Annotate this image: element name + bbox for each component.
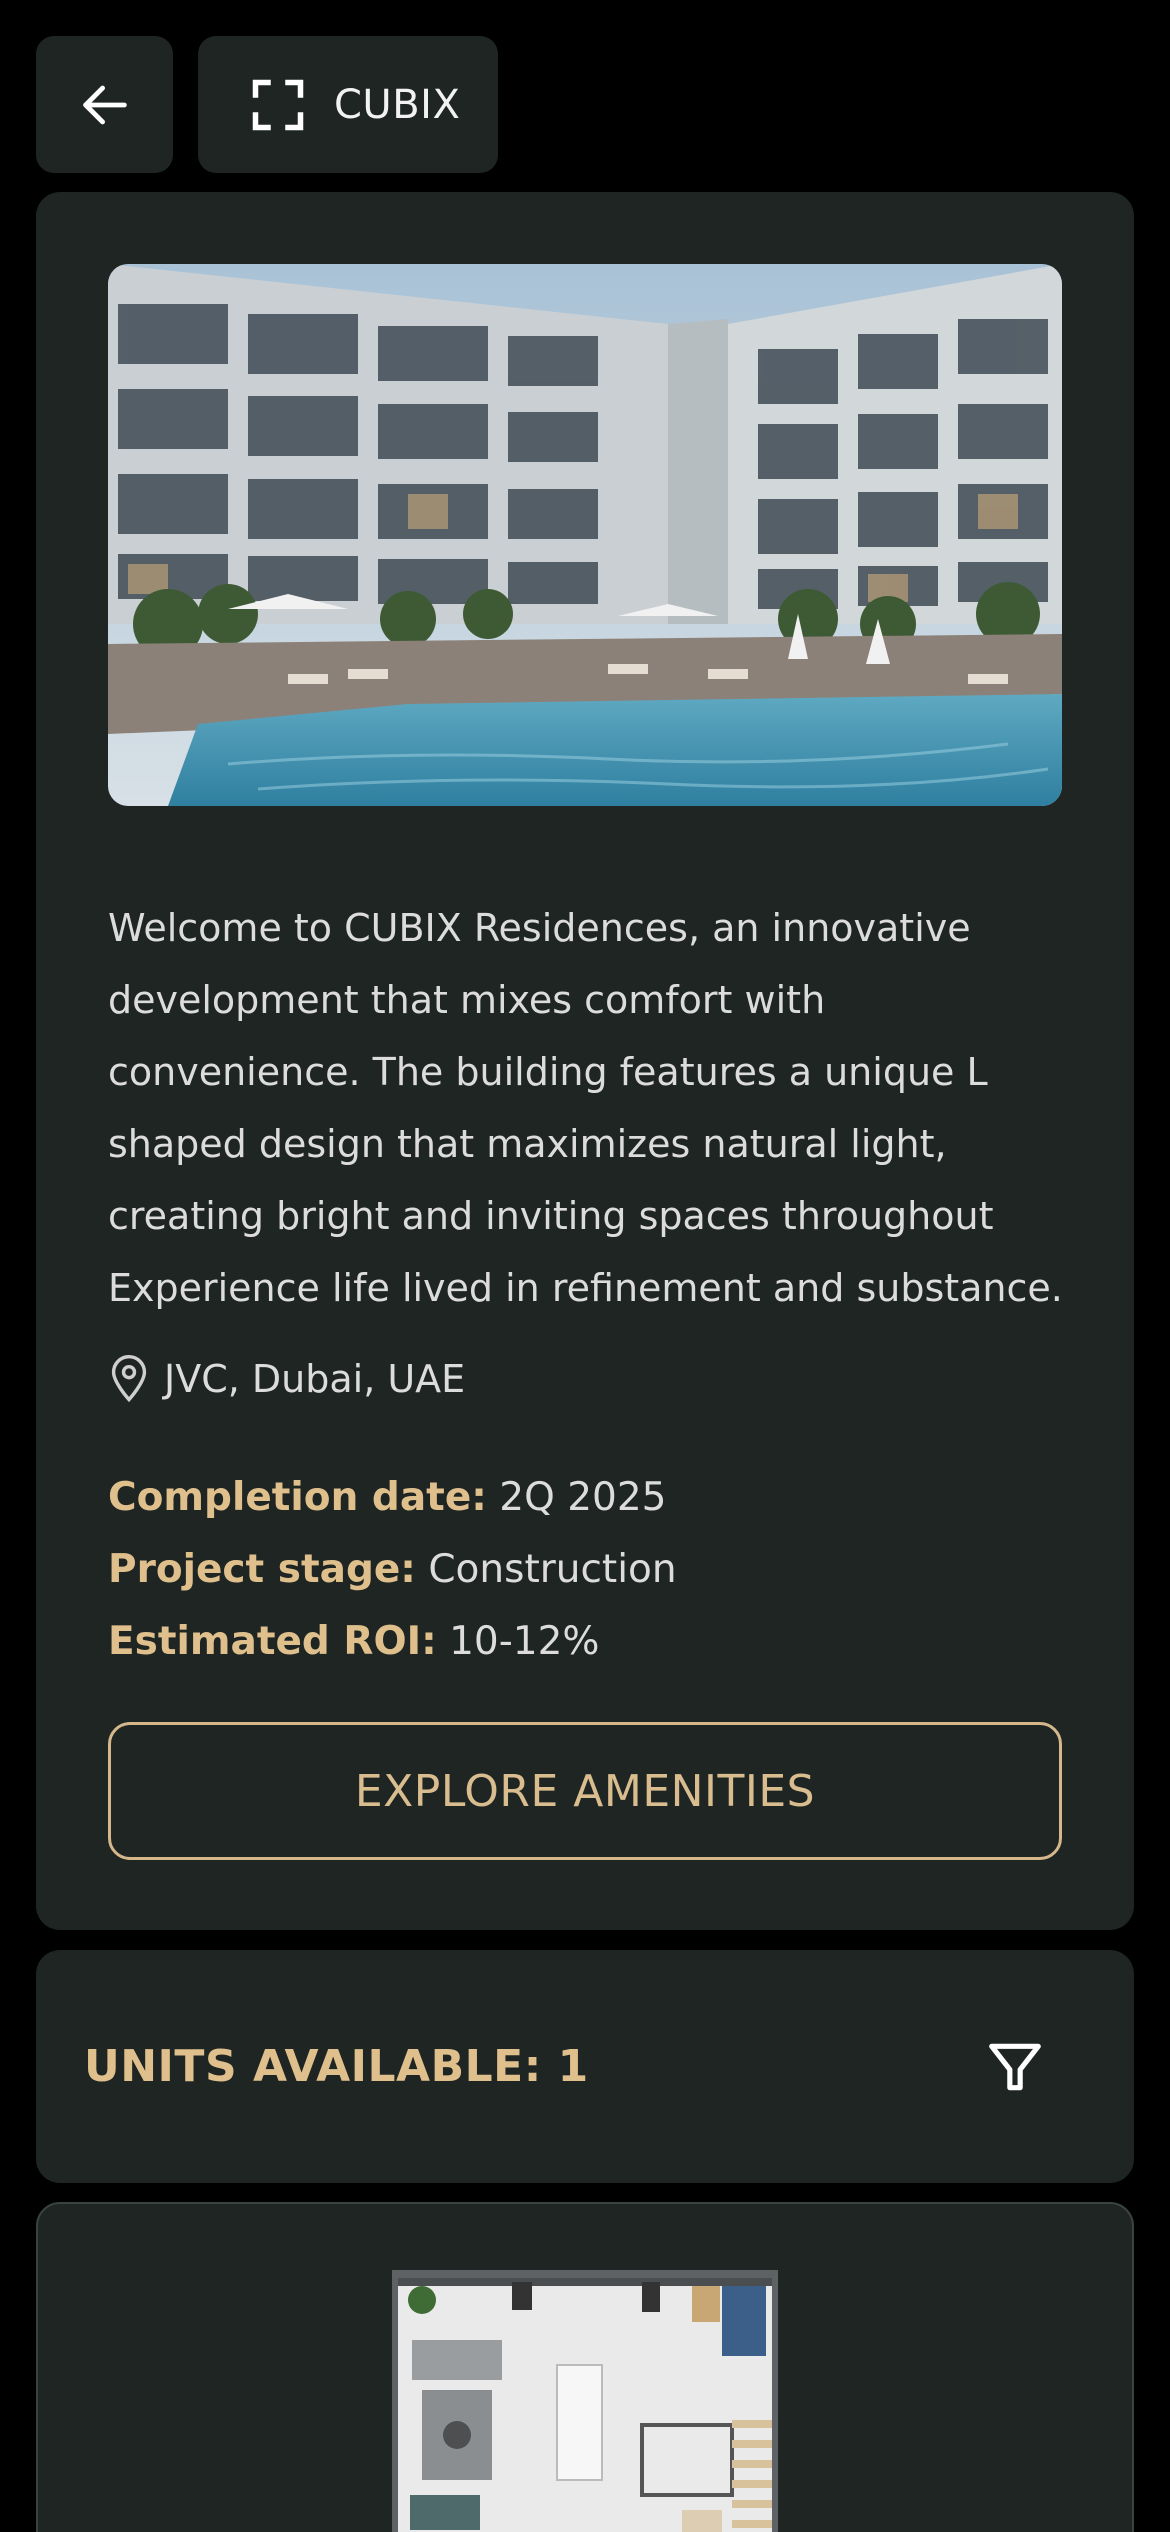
fact-estimated-roi: Estimated ROI: 10-12% (108, 1606, 677, 1678)
explore-amenities-button[interactable]: EXPLORE AMENITIES (108, 1722, 1062, 1860)
unit-floor-plan-image (392, 2270, 778, 2532)
scan-frame-icon (252, 79, 304, 130)
arrow-left-icon (82, 85, 127, 124)
project-description: Welcome to CUBIX Residences, an innovati… (108, 906, 1063, 1310)
fact-label: Project stage: (108, 1547, 416, 1592)
project-info-card: Welcome to CUBIX Residences, an innovati… (36, 192, 1134, 1930)
location-text: JVC, Dubai, UAE (164, 1357, 466, 1401)
project-hero-image (108, 264, 1062, 806)
fact-value: 10-12% (449, 1619, 600, 1664)
filter-button[interactable] (980, 2032, 1050, 2102)
project-facts: Completion date: 2Q 2025 Project stage: … (108, 1462, 677, 1678)
map-pin-icon (111, 1355, 147, 1403)
fact-project-stage: Project stage: Construction (108, 1534, 677, 1606)
location: JVC, Dubai, UAE (108, 1355, 465, 1403)
fact-label: Estimated ROI: (108, 1619, 437, 1664)
fact-value: Construction (428, 1547, 677, 1592)
back-button[interactable] (36, 36, 173, 173)
project-chip[interactable]: CUBIX (198, 36, 498, 173)
units-available-title: UNITS AVAILABLE: 1 (84, 2041, 589, 2092)
units-header-card: UNITS AVAILABLE: 1 (36, 1950, 1134, 2183)
fact-label: Completion date: (108, 1475, 487, 1520)
unit-card[interactable] (36, 2202, 1134, 2532)
project-name: CUBIX (334, 81, 461, 128)
fact-value: 2Q 2025 (499, 1475, 667, 1520)
fact-completion-date: Completion date: 2Q 2025 (108, 1462, 677, 1534)
filter-funnel-icon (989, 2043, 1041, 2090)
